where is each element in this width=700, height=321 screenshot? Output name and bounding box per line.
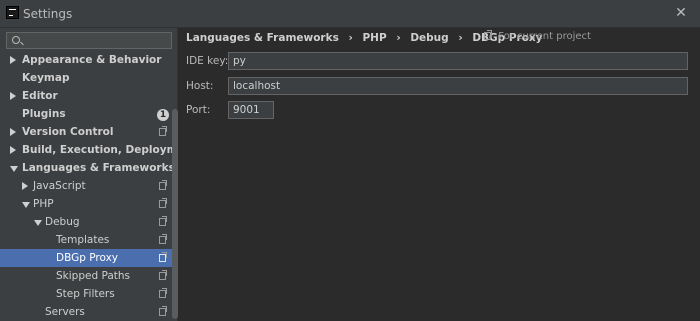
sidebar-item-version-control[interactable]: Version Control	[0, 123, 178, 141]
ide-key-input[interactable]: py	[228, 52, 688, 70]
app-icon	[6, 6, 19, 19]
settings-sidebar: Appearance & Behavior Keymap Editor Plug…	[0, 28, 197, 321]
sidebar-item-plugins[interactable]: Plugins 1	[0, 105, 178, 123]
sidebar-item-php[interactable]: PHP	[0, 195, 178, 213]
host-label: Host:	[186, 80, 214, 92]
chevron-right-icon[interactable]	[10, 92, 16, 100]
sidebar-item-label: Debug	[45, 216, 80, 228]
project-level-icon	[484, 30, 492, 40]
port-input[interactable]: 9001	[228, 101, 274, 119]
project-level-icon	[159, 234, 167, 244]
title-bar: Settings ✕	[0, 0, 700, 28]
sidebar-item-label: Skipped Paths	[56, 270, 130, 282]
breadcrumb-separator-icon: ›	[396, 32, 401, 44]
breadcrumb-separator-icon: ›	[348, 32, 353, 44]
project-scope-note: For current project	[484, 30, 591, 42]
port-label: Port:	[186, 104, 211, 116]
project-level-icon	[159, 306, 167, 316]
plugins-badge: 1	[157, 109, 169, 121]
sidebar-item-languages-frameworks[interactable]: Languages & Frameworks	[0, 159, 178, 177]
sidebar-item-templates[interactable]: Templates	[0, 231, 178, 249]
sidebar-item-javascript[interactable]: JavaScript	[0, 177, 178, 195]
project-level-icon	[159, 252, 167, 262]
sidebar-item-label: Keymap	[22, 72, 70, 84]
sidebar-item-label: Build, Execution, Deployment	[22, 144, 198, 156]
sidebar-item-label: Plugins	[22, 108, 66, 120]
project-level-icon	[159, 180, 167, 190]
sidebar-item-label: PHP	[33, 198, 54, 210]
window-title: Settings	[23, 7, 73, 21]
chevron-down-icon[interactable]	[10, 166, 18, 172]
sidebar-item-label: Step Filters	[56, 288, 115, 300]
sidebar-item-build-execution-deployment[interactable]: Build, Execution, Deployment	[0, 141, 197, 159]
project-level-icon	[159, 198, 167, 208]
project-level-icon	[159, 126, 167, 136]
breadcrumb-item: PHP	[362, 32, 387, 44]
sidebar-item-label: JavaScript	[33, 180, 86, 192]
settings-content: Languages & Frameworks › PHP › Debug › D…	[178, 28, 700, 321]
sidebar-search-input[interactable]	[6, 32, 172, 49]
sidebar-item-servers[interactable]: Servers	[0, 303, 178, 321]
sidebar-item-label: Version Control	[22, 126, 114, 138]
sidebar-item-dbgp-proxy[interactable]: DBGp Proxy	[0, 249, 178, 267]
chevron-right-icon[interactable]	[10, 128, 16, 136]
breadcrumb-item: Languages & Frameworks	[186, 32, 339, 44]
chevron-right-icon[interactable]	[10, 56, 16, 64]
chevron-right-icon[interactable]	[10, 146, 16, 154]
host-input[interactable]: localhost	[228, 77, 688, 95]
sidebar-item-appearance-behavior[interactable]: Appearance & Behavior	[0, 51, 178, 69]
project-level-icon	[159, 216, 167, 226]
close-icon[interactable]: ✕	[674, 6, 688, 20]
breadcrumb-separator-icon: ›	[458, 32, 463, 44]
sidebar-item-skipped-paths[interactable]: Skipped Paths	[0, 267, 178, 285]
chevron-right-icon[interactable]	[22, 182, 28, 190]
sidebar-item-label: Editor	[22, 90, 58, 102]
project-level-icon	[159, 288, 167, 298]
search-icon	[12, 36, 20, 44]
sidebar-item-label: Templates	[56, 234, 110, 246]
sidebar-item-debug[interactable]: Debug	[0, 213, 178, 231]
sidebar-item-label: Servers	[45, 306, 85, 318]
chevron-down-icon[interactable]	[22, 202, 30, 208]
project-level-icon	[159, 270, 167, 280]
sidebar-item-label: Appearance & Behavior	[22, 54, 162, 66]
chevron-down-icon[interactable]	[34, 220, 42, 226]
ide-key-label: IDE key:	[186, 55, 229, 67]
sidebar-item-keymap[interactable]: Keymap	[0, 69, 178, 87]
sidebar-item-step-filters[interactable]: Step Filters	[0, 285, 178, 303]
breadcrumb-item: Debug	[410, 32, 449, 44]
sidebar-item-label: Languages & Frameworks	[22, 162, 175, 174]
project-scope-label: For current project	[498, 31, 591, 42]
sidebar-item-label: DBGp Proxy	[56, 252, 119, 264]
sidebar-item-editor[interactable]: Editor	[0, 87, 178, 105]
